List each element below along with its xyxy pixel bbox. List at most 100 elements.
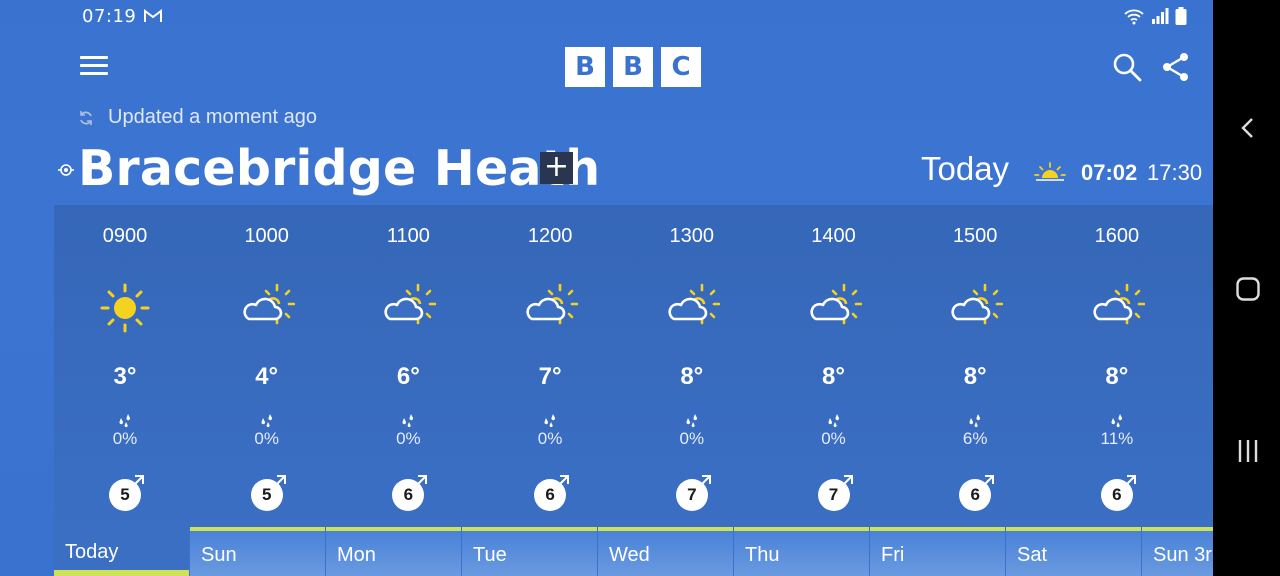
sunny-intervals-icon: [951, 283, 1004, 325]
sunset-time: 17:30: [1147, 160, 1203, 185]
updated-text: Updated a moment ago: [108, 106, 318, 128]
hour-time: 1400: [811, 225, 856, 247]
day-tab-label: Sun 3r: [1153, 544, 1212, 566]
day-tab[interactable]: Sat: [1006, 527, 1141, 576]
hour-time: 1200: [527, 225, 573, 247]
sunny-intervals-icon: [668, 283, 720, 325]
hour-temperature: 7°: [538, 363, 562, 390]
wind-direction-icon: [1122, 475, 1136, 489]
hour-time: 1100: [386, 225, 430, 247]
wind-direction-icon: [555, 475, 570, 489]
today-label: Today: [921, 150, 1010, 187]
location-name: Bracebridge Heath: [78, 140, 601, 197]
logo-letter: B: [613, 47, 653, 87]
hour-temperature: 8°: [822, 363, 845, 390]
hour-column[interactable]: 1600 8° 11% 6: [1046, 205, 1188, 528]
wind-speed-badge: 6: [1100, 475, 1136, 511]
sunny-intervals-icon: [384, 283, 437, 325]
sunny-intervals-icon: [526, 283, 579, 325]
rain-chance: 0%: [821, 429, 846, 448]
wind-direction-icon: [271, 475, 286, 489]
sunny-icon: [100, 283, 150, 333]
back-icon[interactable]: [1235, 115, 1261, 141]
hour-column[interactable]: 1100 6° 0% 6: [337, 205, 479, 528]
weather-app: 07:19 B B C Updated a moment ago Bracebr…: [0, 0, 1213, 576]
day-tab[interactable]: Sun 3r: [1142, 527, 1213, 576]
add-location-button[interactable]: +: [540, 152, 573, 184]
location-target-icon: [58, 164, 74, 176]
day-tab-label: Sun: [201, 544, 237, 566]
day-tab-label: Sat: [1017, 544, 1048, 566]
sunrise-time: 07:02: [1081, 160, 1138, 185]
day-tab[interactable]: Thu: [734, 527, 869, 576]
wind-speed-badge: 6: [959, 475, 995, 511]
day-tab[interactable]: Tue: [462, 527, 597, 576]
hourly-forecast[interactable]: 0900 3° 0% 5 1000 4° 0% 5 1100 6° 0% 6 1200 7° 0% 6 1300…: [54, 205, 1213, 528]
raindrop-icon: [119, 414, 131, 428]
recents-icon[interactable]: [1235, 438, 1261, 464]
hour-temperature: 8°: [1105, 363, 1129, 390]
logo-letter: B: [565, 47, 605, 87]
hour-temperature: 4°: [255, 363, 279, 390]
day-tab[interactable]: Fri: [870, 527, 1005, 576]
raindrop-icon: [402, 414, 414, 428]
hour-column[interactable]: 0900 3° 0% 5: [54, 205, 196, 528]
menu-icon[interactable]: [80, 56, 108, 78]
day-tab-label: Today: [65, 541, 119, 563]
status-time: 07:19: [82, 6, 137, 27]
hour-temperature: 3°: [113, 363, 137, 390]
share-icon[interactable]: [1161, 52, 1191, 82]
day-tab[interactable]: Mon: [326, 527, 461, 576]
wind-speed-badge: 7: [817, 475, 853, 511]
updated-status: Updated a moment ago: [78, 106, 317, 129]
day-tab-label: Mon: [337, 544, 376, 566]
wind-direction-icon: [980, 475, 995, 489]
logo-letter: C: [661, 47, 701, 87]
rain-chance: 0%: [537, 429, 563, 448]
wind-speed-badge: 7: [675, 475, 711, 511]
hour-column[interactable]: 1400 8° 0% 7: [763, 205, 905, 528]
gmail-icon: [144, 9, 162, 22]
wind-speed-badge: 5: [109, 475, 144, 511]
sunrise-icon: [1034, 162, 1066, 181]
raindrop-icon: [969, 414, 981, 428]
hour-time: 1000: [244, 225, 289, 247]
battery-icon: [1175, 7, 1187, 25]
day-tab[interactable]: Sun: [190, 527, 325, 576]
raindrop-icon: [261, 414, 272, 428]
raindrop-icon: [686, 414, 697, 428]
raindrop-icon: [544, 414, 556, 428]
hour-time: 0900: [102, 225, 148, 247]
day-tab-label: Tue: [473, 544, 507, 566]
rain-chance: 11%: [1100, 429, 1134, 448]
day-tab-label: Wed: [609, 544, 650, 566]
day-tab[interactable]: Wed: [598, 527, 733, 576]
search-icon[interactable]: [1112, 52, 1142, 82]
day-tab-label: Fri: [881, 544, 905, 566]
hour-time: 1600: [1094, 225, 1140, 247]
wind-direction-icon: [697, 475, 711, 489]
wind-speed-badge: 5: [250, 475, 286, 511]
status-icons: [1123, 7, 1187, 25]
rain-chance: 0%: [679, 429, 705, 448]
hour-temperature: 6°: [396, 363, 420, 390]
day-tab-label: Thu: [745, 544, 780, 566]
hour-column[interactable]: 1500 8° 6% 6: [904, 205, 1046, 528]
wind-direction-icon: [413, 475, 428, 489]
hour-time: 1300: [669, 225, 715, 247]
hour-column[interactable]: 1200 7° 0% 6: [479, 205, 621, 528]
raindrop-icon: [1111, 414, 1122, 428]
hour-column[interactable]: 1300 8° 0% 7: [621, 205, 763, 528]
home-icon[interactable]: [1235, 276, 1261, 302]
wind-direction-icon: [838, 475, 853, 489]
hour-temperature: 8°: [680, 363, 704, 390]
rain-chance: 0%: [254, 429, 279, 448]
bbc-logo[interactable]: B B C: [565, 47, 701, 87]
raindrop-icon: [827, 414, 839, 428]
wifi-icon: [1124, 9, 1144, 25]
day-tab[interactable]: Today: [54, 527, 189, 576]
hour-time: 1500: [952, 225, 998, 247]
wind-direction-icon: [130, 475, 144, 489]
sunny-intervals-icon: [243, 283, 295, 325]
hour-column[interactable]: 1000 4° 0% 5: [196, 205, 338, 528]
